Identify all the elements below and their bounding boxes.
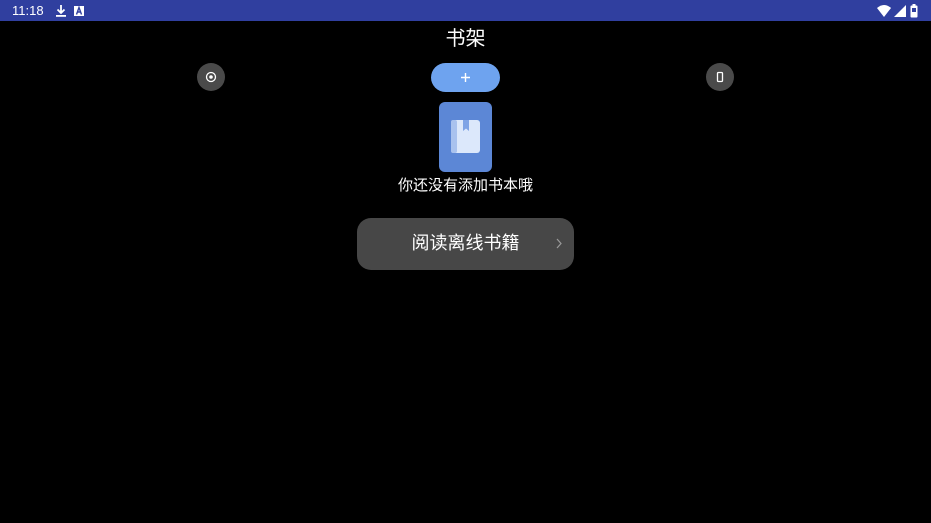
- book-icon: [451, 120, 480, 153]
- status-bar: 11:18: [0, 0, 931, 21]
- read-offline-books-button[interactable]: 阅读离线书籍: [357, 218, 574, 270]
- add-book-button[interactable]: [431, 63, 500, 92]
- download-icon: [54, 3, 68, 17]
- chevron-right-icon: [556, 238, 562, 249]
- read-offline-books-label: 阅读离线书籍: [411, 233, 520, 254]
- target-icon: [205, 71, 217, 83]
- empty-book-illustration: [439, 102, 492, 172]
- wifi-icon: [877, 3, 891, 17]
- empty-state-message: 你还没有添加书本哦: [397, 176, 533, 194]
- phone-icon: [716, 71, 724, 83]
- plus-icon: [461, 73, 470, 82]
- a-icon: [72, 3, 86, 17]
- page-title: 书架: [445, 26, 486, 50]
- status-time: 11:18: [12, 3, 44, 18]
- target-button[interactable]: [197, 63, 225, 91]
- signal-icon: [893, 3, 907, 17]
- phone-button[interactable]: [706, 63, 734, 91]
- battery-icon: [910, 3, 918, 18]
